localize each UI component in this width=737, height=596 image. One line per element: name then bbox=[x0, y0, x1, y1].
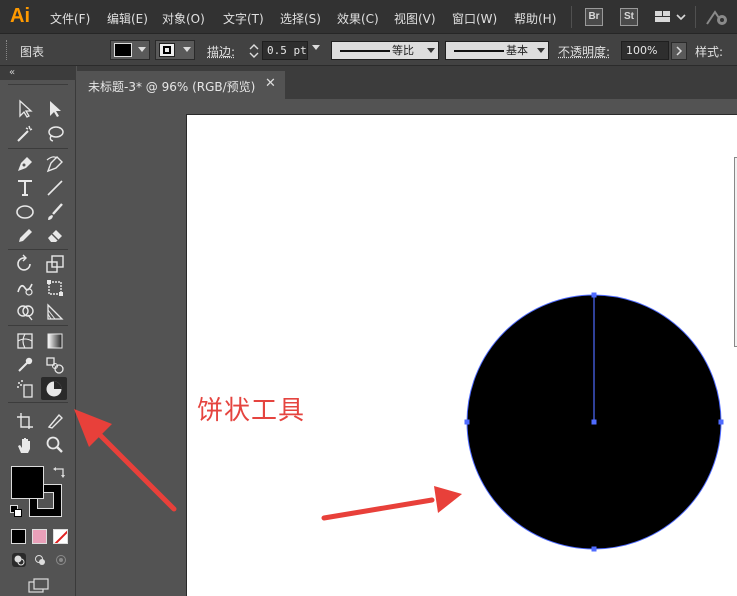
pie-shape[interactable] bbox=[464, 292, 724, 552]
anchor-point-right bbox=[718, 419, 724, 425]
arrow-to-pie-shape bbox=[321, 486, 462, 521]
anchor-point-bottom bbox=[591, 546, 597, 552]
fill-swatch-large[interactable] bbox=[11, 466, 44, 499]
arrow-to-pie-tool bbox=[74, 409, 177, 512]
anchor-point-top bbox=[591, 292, 597, 298]
artwork-overlay bbox=[74, 292, 724, 552]
anchor-point-center bbox=[591, 419, 597, 425]
anchor-point-left bbox=[464, 419, 470, 425]
